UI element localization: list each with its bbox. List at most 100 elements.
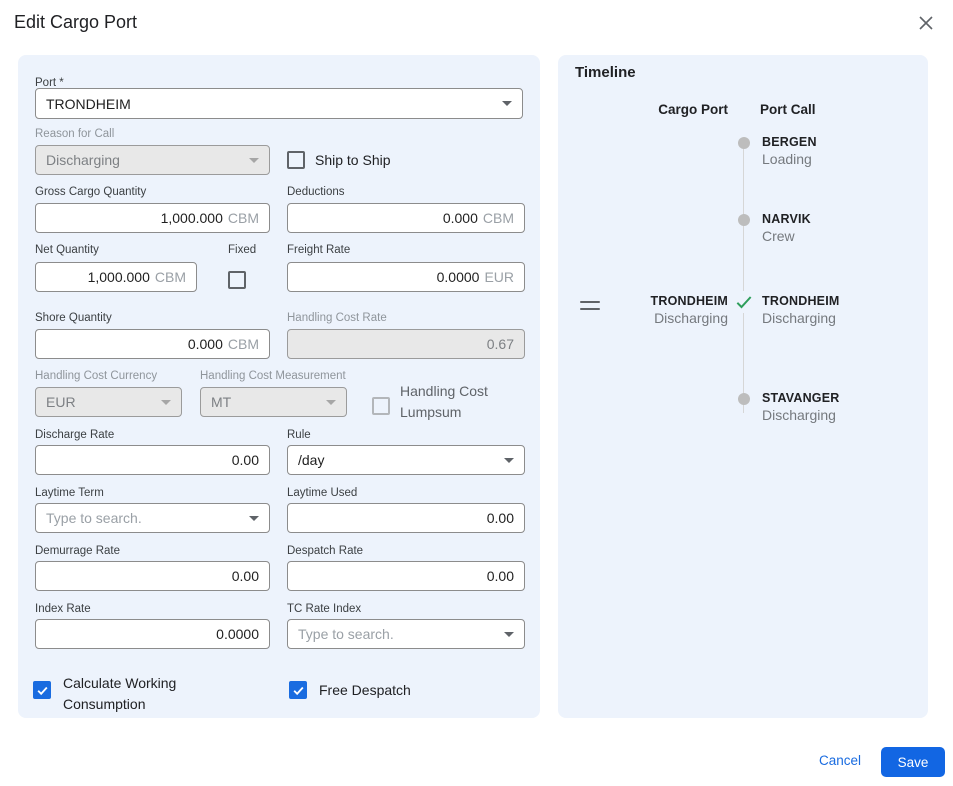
freight-rate-unit: EUR: [484, 269, 514, 285]
laytime-term-combobox[interactable]: Type to search.: [35, 503, 270, 533]
timeline-dot: [738, 214, 750, 226]
tc-rate-index-placeholder: Type to search.: [298, 626, 394, 642]
discharge-rate-label: Discharge Rate: [35, 429, 114, 441]
timeline-dot: [738, 137, 750, 149]
reason-for-call-select: Discharging: [35, 145, 270, 175]
discharge-rate-input[interactable]: 0.00: [35, 445, 270, 475]
timeline-title: Timeline: [575, 64, 636, 81]
timeline-panel: Timeline Cargo Port Port Call BERGEN Loa…: [558, 55, 928, 718]
chevron-down-icon: [249, 158, 259, 163]
shore-quantity-label: Shore Quantity: [35, 312, 112, 324]
demurrage-rate-label: Demurrage Rate: [35, 545, 120, 557]
timeline-item-trondheim: TRONDHEIM Discharging: [762, 293, 840, 327]
timeline-line: [743, 143, 744, 413]
cargo-port-reason: Discharging: [598, 310, 728, 327]
timeline-header-port-call: Port Call: [760, 102, 816, 117]
net-quantity-unit: CBM: [155, 269, 186, 285]
gross-cargo-quantity-input[interactable]: 1,000.000 CBM: [35, 203, 270, 233]
chevron-down-icon: [326, 400, 336, 405]
edit-cargo-port-dialog: Edit Cargo Port Port * TRONDHEIM Reason …: [0, 0, 953, 786]
laytime-used-label: Laytime Used: [287, 487, 357, 499]
deductions-label: Deductions: [287, 186, 345, 198]
gross-cargo-quantity-label: Gross Cargo Quantity: [35, 186, 146, 198]
discharge-rate-value: 0.00: [232, 452, 259, 468]
handling-cost-currency-value: EUR: [46, 394, 76, 410]
freight-rate-value: 0.0000: [437, 269, 480, 285]
calculate-working-consumption-label: Calculate Working Consumption: [63, 673, 213, 715]
chevron-down-icon: [502, 101, 512, 106]
port-reason: Discharging: [762, 407, 840, 424]
timeline-item-narvik: NARVIK Crew: [762, 211, 811, 245]
port-reason: Loading: [762, 151, 817, 168]
gross-cargo-quantity-unit: CBM: [228, 210, 259, 226]
reason-for-call-value: Discharging: [46, 152, 120, 168]
ship-to-ship-checkbox[interactable]: [287, 151, 305, 169]
handling-cost-currency-label: Handling Cost Currency: [35, 370, 157, 382]
calculate-working-consumption-checkbox[interactable]: [33, 681, 51, 699]
laytime-term-placeholder: Type to search.: [46, 510, 142, 526]
port-name: NARVIK: [762, 211, 811, 228]
deductions-unit: CBM: [483, 210, 514, 226]
cargo-port-name: TRONDHEIM: [598, 293, 728, 310]
port-name: STAVANGER: [762, 390, 840, 407]
port-name: TRONDHEIM: [762, 293, 840, 310]
ship-to-ship-label: Ship to Ship: [315, 152, 391, 169]
timeline-item-stavanger: STAVANGER Discharging: [762, 390, 840, 424]
handling-cost-measurement-value: MT: [211, 394, 231, 410]
rule-label: Rule: [287, 429, 311, 441]
handling-cost-rate-input: 0.67: [287, 329, 525, 359]
chevron-down-icon: [161, 400, 171, 405]
laytime-used-value: 0.00: [487, 510, 514, 526]
shore-quantity-unit: CBM: [228, 336, 259, 352]
index-rate-value: 0.0000: [216, 626, 259, 642]
check-icon: [733, 291, 755, 313]
close-icon[interactable]: [914, 11, 938, 35]
port-reason: Discharging: [762, 310, 840, 327]
index-rate-label: Index Rate: [35, 603, 91, 615]
fixed-checkbox[interactable]: [228, 271, 246, 289]
index-rate-input[interactable]: 0.0000: [35, 619, 270, 649]
shore-quantity-input[interactable]: 0.000 CBM: [35, 329, 270, 359]
chevron-down-icon: [249, 516, 259, 521]
port-reason: Crew: [762, 228, 811, 245]
cargo-port-form-panel: Port * TRONDHEIM Reason for Call Dischar…: [18, 55, 540, 718]
gross-cargo-quantity-value: 1,000.000: [161, 210, 223, 226]
save-button[interactable]: Save: [881, 747, 945, 777]
tc-rate-index-label: TC Rate Index: [287, 603, 361, 615]
rule-value: /day: [298, 452, 324, 468]
despatch-rate-value: 0.00: [487, 568, 514, 584]
free-despatch-checkbox[interactable]: [289, 681, 307, 699]
drag-handle-icon[interactable]: [580, 301, 600, 310]
dialog-title: Edit Cargo Port: [14, 12, 137, 33]
cancel-button[interactable]: Cancel: [816, 753, 864, 768]
despatch-rate-input[interactable]: 0.00: [287, 561, 525, 591]
handling-cost-measurement-select: MT: [200, 387, 347, 417]
port-select[interactable]: TRONDHEIM: [35, 88, 523, 119]
timeline-cargo-port-trondheim: TRONDHEIM Discharging: [598, 293, 728, 327]
laytime-term-label: Laytime Term: [35, 487, 104, 499]
port-name: BERGEN: [762, 134, 817, 151]
handling-cost-lumpsum-checkbox: [372, 397, 390, 415]
shore-quantity-value: 0.000: [188, 336, 223, 352]
handling-cost-rate-label: Handling Cost Rate: [287, 312, 387, 324]
chevron-down-icon: [504, 458, 514, 463]
chevron-down-icon: [504, 632, 514, 637]
handling-cost-lumpsum-label: Handling Cost Lumpsum: [400, 381, 515, 423]
freight-rate-label: Freight Rate: [287, 244, 350, 256]
laytime-used-input[interactable]: 0.00: [287, 503, 525, 533]
net-quantity-input[interactable]: 1,000.000 CBM: [35, 262, 197, 292]
rule-select[interactable]: /day: [287, 445, 525, 475]
net-quantity-value: 1,000.000: [88, 269, 150, 285]
tc-rate-index-combobox[interactable]: Type to search.: [287, 619, 525, 649]
despatch-rate-label: Despatch Rate: [287, 545, 363, 557]
handling-cost-measurement-label: Handling Cost Measurement: [200, 370, 346, 382]
free-despatch-label: Free Despatch: [319, 682, 411, 699]
demurrage-rate-value: 0.00: [232, 568, 259, 584]
net-quantity-label: Net Quantity: [35, 244, 99, 256]
freight-rate-input[interactable]: 0.0000 EUR: [287, 262, 525, 292]
fixed-label: Fixed: [228, 244, 256, 256]
reason-for-call-label: Reason for Call: [35, 128, 114, 140]
demurrage-rate-input[interactable]: 0.00: [35, 561, 270, 591]
deductions-input[interactable]: 0.000 CBM: [287, 203, 525, 233]
handling-cost-currency-select: EUR: [35, 387, 182, 417]
